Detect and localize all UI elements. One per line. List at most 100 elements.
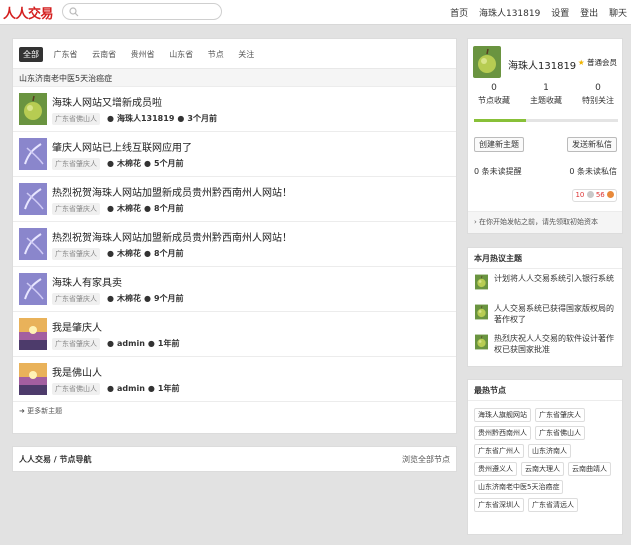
topic-author[interactable]: 木棉花 <box>117 159 141 168</box>
tab-nodes[interactable]: 节点 <box>204 47 228 62</box>
hot-topic-item[interactable]: 人人交易系统已获得国家版权局的著作权了 <box>468 299 622 329</box>
nav-user[interactable]: 海珠人131819 <box>479 9 540 19</box>
topic-title[interactable]: 肇庆人网站已上线互联网应用了 <box>52 139 192 154</box>
sunset-icon[interactable] <box>19 363 47 395</box>
sub-node-bar[interactable]: 山东济南老中医5天治癌症 <box>13 69 456 87</box>
topic-meta: 广东省佛山人 ● 海珠人131819 ● 3个月前 <box>52 113 217 125</box>
flower-icon[interactable] <box>19 138 47 170</box>
topic-node-tag[interactable]: 广东省佛山人 <box>52 113 100 125</box>
hot-topic-title[interactable]: 热烈庆祝人人交易的软件设计著作权已获国家批准 <box>494 333 620 355</box>
username[interactable]: 海珠人131819 <box>508 57 576 72</box>
pear-icon[interactable] <box>475 334 488 350</box>
send-message-button[interactable]: 发送新私信 <box>567 137 617 152</box>
stat-label: 节点收藏 <box>478 96 510 105</box>
separator-dot: ● <box>107 204 114 213</box>
topic-node-tag[interactable]: 广东省肇庆人 <box>52 338 100 350</box>
topic-row[interactable]: 海珠人网站又增新成员啦广东省佛山人 ● 海珠人131819 ● 3个月前 <box>13 87 456 132</box>
topic-row[interactable]: 我是肇庆人广东省肇庆人 ● admin ● 1年前 <box>13 312 456 357</box>
hot-node-tag[interactable]: 广东省广州人 <box>474 444 524 458</box>
hot-node-tag[interactable]: 广东省佛山人 <box>535 426 585 440</box>
more-topics-link[interactable]: ➜ 更多新主题 <box>13 402 456 422</box>
tab-yunnan[interactable]: 云南省 <box>88 47 120 62</box>
topic-title[interactable]: 海珠人网站又增新成员啦 <box>52 94 162 109</box>
browse-all-nodes-link[interactable]: 浏览全部节点 <box>402 454 450 465</box>
tab-shandong[interactable]: 山东省 <box>165 47 197 62</box>
stat-topic-favorites[interactable]: 1 主题收藏 <box>520 83 572 106</box>
hot-topic-title[interactable]: 人人交易系统已获得国家版权局的著作权了 <box>494 303 620 325</box>
balance-badge[interactable]: 10 56 <box>572 189 617 202</box>
capital-hint-link[interactable]: › 在你开始发帖之前，请先领取初始资本 <box>468 211 622 233</box>
unread-messages-link[interactable]: 0 条未读私信 <box>569 166 617 177</box>
flower-icon[interactable] <box>19 273 47 305</box>
topic-author[interactable]: admin <box>117 384 145 393</box>
topic-node-tag[interactable]: 广东省肇庆人 <box>52 293 100 305</box>
hot-node-tag[interactable]: 山东济南人 <box>528 444 571 458</box>
topic-title[interactable]: 我是佛山人 <box>52 364 102 379</box>
hot-node-tag[interactable]: 广东省清远人 <box>528 498 578 512</box>
node-nav-title: 人人交易 / 节点导航 <box>19 455 92 464</box>
hot-node-tag[interactable]: 云南曲靖人 <box>568 462 611 476</box>
topic-row[interactable]: 热烈祝贺海珠人网站加盟新成员贵州黔西南州人网站！ 广东省肇庆人 ● 木棉花 ● 8个月前 <box>13 222 456 267</box>
hot-node-tag[interactable]: 云南大理人 <box>521 462 564 476</box>
unread-reminders-link[interactable]: 0 条未读提醒 <box>474 166 522 177</box>
topic-row[interactable]: 热烈祝贺海珠人网站加盟新成员贵州黔西南州人网站！ 广东省肇庆人 ● 木棉花 ● 8个月前 <box>13 177 456 222</box>
star-icon: ★ <box>577 58 585 67</box>
topic-title[interactable]: 热烈祝贺海珠人网站加盟新成员贵州黔西南州人网站！ <box>52 229 292 244</box>
tab-following[interactable]: 关注 <box>234 47 258 62</box>
new-topic-button[interactable]: 创建新主题 <box>474 137 524 152</box>
sunset-icon[interactable] <box>19 318 47 350</box>
member-level: 普通会员 <box>587 58 617 67</box>
topic-node-tag[interactable]: 广东省肇庆人 <box>52 248 100 260</box>
topic-node-tag[interactable]: 广东省肇庆人 <box>52 203 100 215</box>
nav-home[interactable]: 首页 <box>450 9 468 19</box>
topic-node-tag[interactable]: 广东省佛山人 <box>52 383 100 395</box>
hot-node-tag[interactable]: 广东省深圳人 <box>474 498 524 512</box>
topic-author[interactable]: admin <box>117 339 145 348</box>
hot-topic-title[interactable]: 计划将人人交易系统引入银行系统 <box>494 273 620 284</box>
hot-node-tag[interactable]: 贵州黔西南州人 <box>474 426 531 440</box>
pear-icon[interactable] <box>475 274 488 290</box>
topic-author[interactable]: 海珠人131819 <box>117 114 174 123</box>
tab-guangdong[interactable]: 广东省 <box>50 47 82 62</box>
topic-meta: 广东省肇庆人 ● admin ● 1年前 <box>52 338 179 350</box>
hot-topic-item[interactable]: 计划将人人交易系统引入银行系统 <box>468 269 622 299</box>
tab-all[interactable]: 全部 <box>19 47 43 62</box>
topic-title[interactable]: 海珠人有家具卖 <box>52 274 122 289</box>
top-bar: 人人交易 首页 海珠人131819 设置 登出 聊天 <box>0 0 631 25</box>
hot-node-tag[interactable]: 广东省肇庆人 <box>535 408 585 422</box>
topic-meta: 广东省肇庆人 ● 木棉花 ● 9个月前 <box>52 293 184 305</box>
nav-chat[interactable]: 聊天 <box>609 9 627 19</box>
separator-dot: ● <box>143 294 151 303</box>
hot-node-tag[interactable]: 海珠人旗舰网站 <box>474 408 531 422</box>
separator-dot: ● <box>107 294 114 303</box>
topic-time: 8个月前 <box>153 204 184 213</box>
hot-node-tag[interactable]: 贵州遵义人 <box>474 462 517 476</box>
tab-guizhou[interactable]: 贵州省 <box>127 47 159 62</box>
user-avatar[interactable] <box>473 46 501 78</box>
silver-coin-icon <box>586 191 594 198</box>
topic-author[interactable]: 木棉花 <box>117 204 141 213</box>
stat-following[interactable]: 0 特别关注 <box>572 83 624 106</box>
topic-title[interactable]: 热烈祝贺海珠人网站加盟新成员贵州黔西南州人网站！ <box>52 184 292 199</box>
nav-settings[interactable]: 设置 <box>551 9 569 19</box>
site-logo[interactable]: 人人交易 <box>3 3 54 22</box>
hot-topic-item[interactable]: 热烈庆祝人人交易的软件设计著作权已获国家批准 <box>468 329 622 359</box>
search-box[interactable] <box>62 3 222 20</box>
pear-icon[interactable] <box>475 304 488 320</box>
node-navigation: 人人交易 / 节点导航 浏览全部节点 <box>12 446 457 472</box>
flower-icon[interactable] <box>19 183 47 215</box>
pear-icon[interactable] <box>19 93 47 125</box>
separator-dot: ● <box>107 249 114 258</box>
topic-title[interactable]: 我是肇庆人 <box>52 319 102 334</box>
topic-row[interactable]: 肇庆人网站已上线互联网应用了 广东省肇庆人 ● 木棉花 ● 5个月前 <box>13 132 456 177</box>
topic-author[interactable]: 木棉花 <box>117 249 141 258</box>
hot-node-tag[interactable]: 山东济南老中医5天治癌症 <box>474 480 564 494</box>
topic-row[interactable]: 我是佛山人 广东省佛山人 ● admin ● 1年前 <box>13 357 456 402</box>
topic-node-tag[interactable]: 广东省肇庆人 <box>52 158 100 170</box>
topic-row[interactable]: 海珠人有家具卖 广东省肇庆人 ● 木棉花 ● 9个月前 <box>13 267 456 312</box>
flower-icon[interactable] <box>19 228 47 260</box>
topic-author[interactable]: 木棉花 <box>117 294 141 303</box>
search-input[interactable] <box>83 5 217 18</box>
stat-node-favorites[interactable]: 0 节点收藏 <box>468 83 520 106</box>
nav-logout[interactable]: 登出 <box>580 9 598 19</box>
